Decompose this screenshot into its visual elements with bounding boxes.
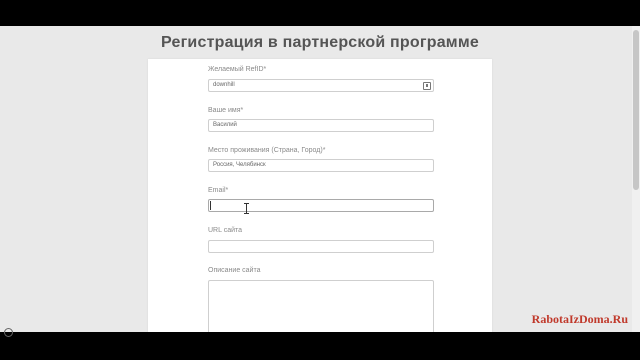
field-lock-icon[interactable] (423, 82, 431, 90)
watermark: RabotaIzDoma.Ru (531, 312, 628, 326)
email-label: Email* (208, 187, 229, 194)
name-label: Ваше имя* (208, 107, 244, 114)
url-input[interactable] (208, 240, 434, 253)
refid-value: downhill (213, 82, 235, 88)
corner-circle-icon (4, 328, 13, 337)
letterbox-top (0, 0, 640, 26)
refid-input[interactable]: downhill (208, 79, 434, 92)
location-input[interactable]: Россия, Челябинск (208, 159, 434, 172)
page-scrollbar[interactable] (632, 26, 640, 332)
ibeam-cursor-icon (244, 203, 249, 214)
text-caret (210, 201, 211, 210)
browser-viewport: Регистрация в партнерской программе Жела… (0, 26, 640, 332)
name-input[interactable]: Василий (208, 119, 434, 132)
scrollbar-thumb[interactable] (633, 30, 639, 190)
registration-form: Желаемый RefID* downhill Ваше имя* Васил… (148, 59, 492, 332)
description-label: Описание сайта (208, 267, 261, 274)
page-title: Регистрация в партнерской программе (161, 34, 479, 51)
email-input[interactable] (208, 199, 434, 212)
url-label: URL сайта (208, 227, 243, 234)
letterbox-bottom (0, 332, 640, 360)
location-value: Россия, Челябинск (213, 162, 266, 168)
description-textarea[interactable] (208, 280, 434, 332)
refid-label: Желаемый RefID* (208, 66, 267, 73)
location-label: Место проживания (Страна, Город)* (208, 147, 326, 154)
name-value: Василий (213, 122, 237, 128)
